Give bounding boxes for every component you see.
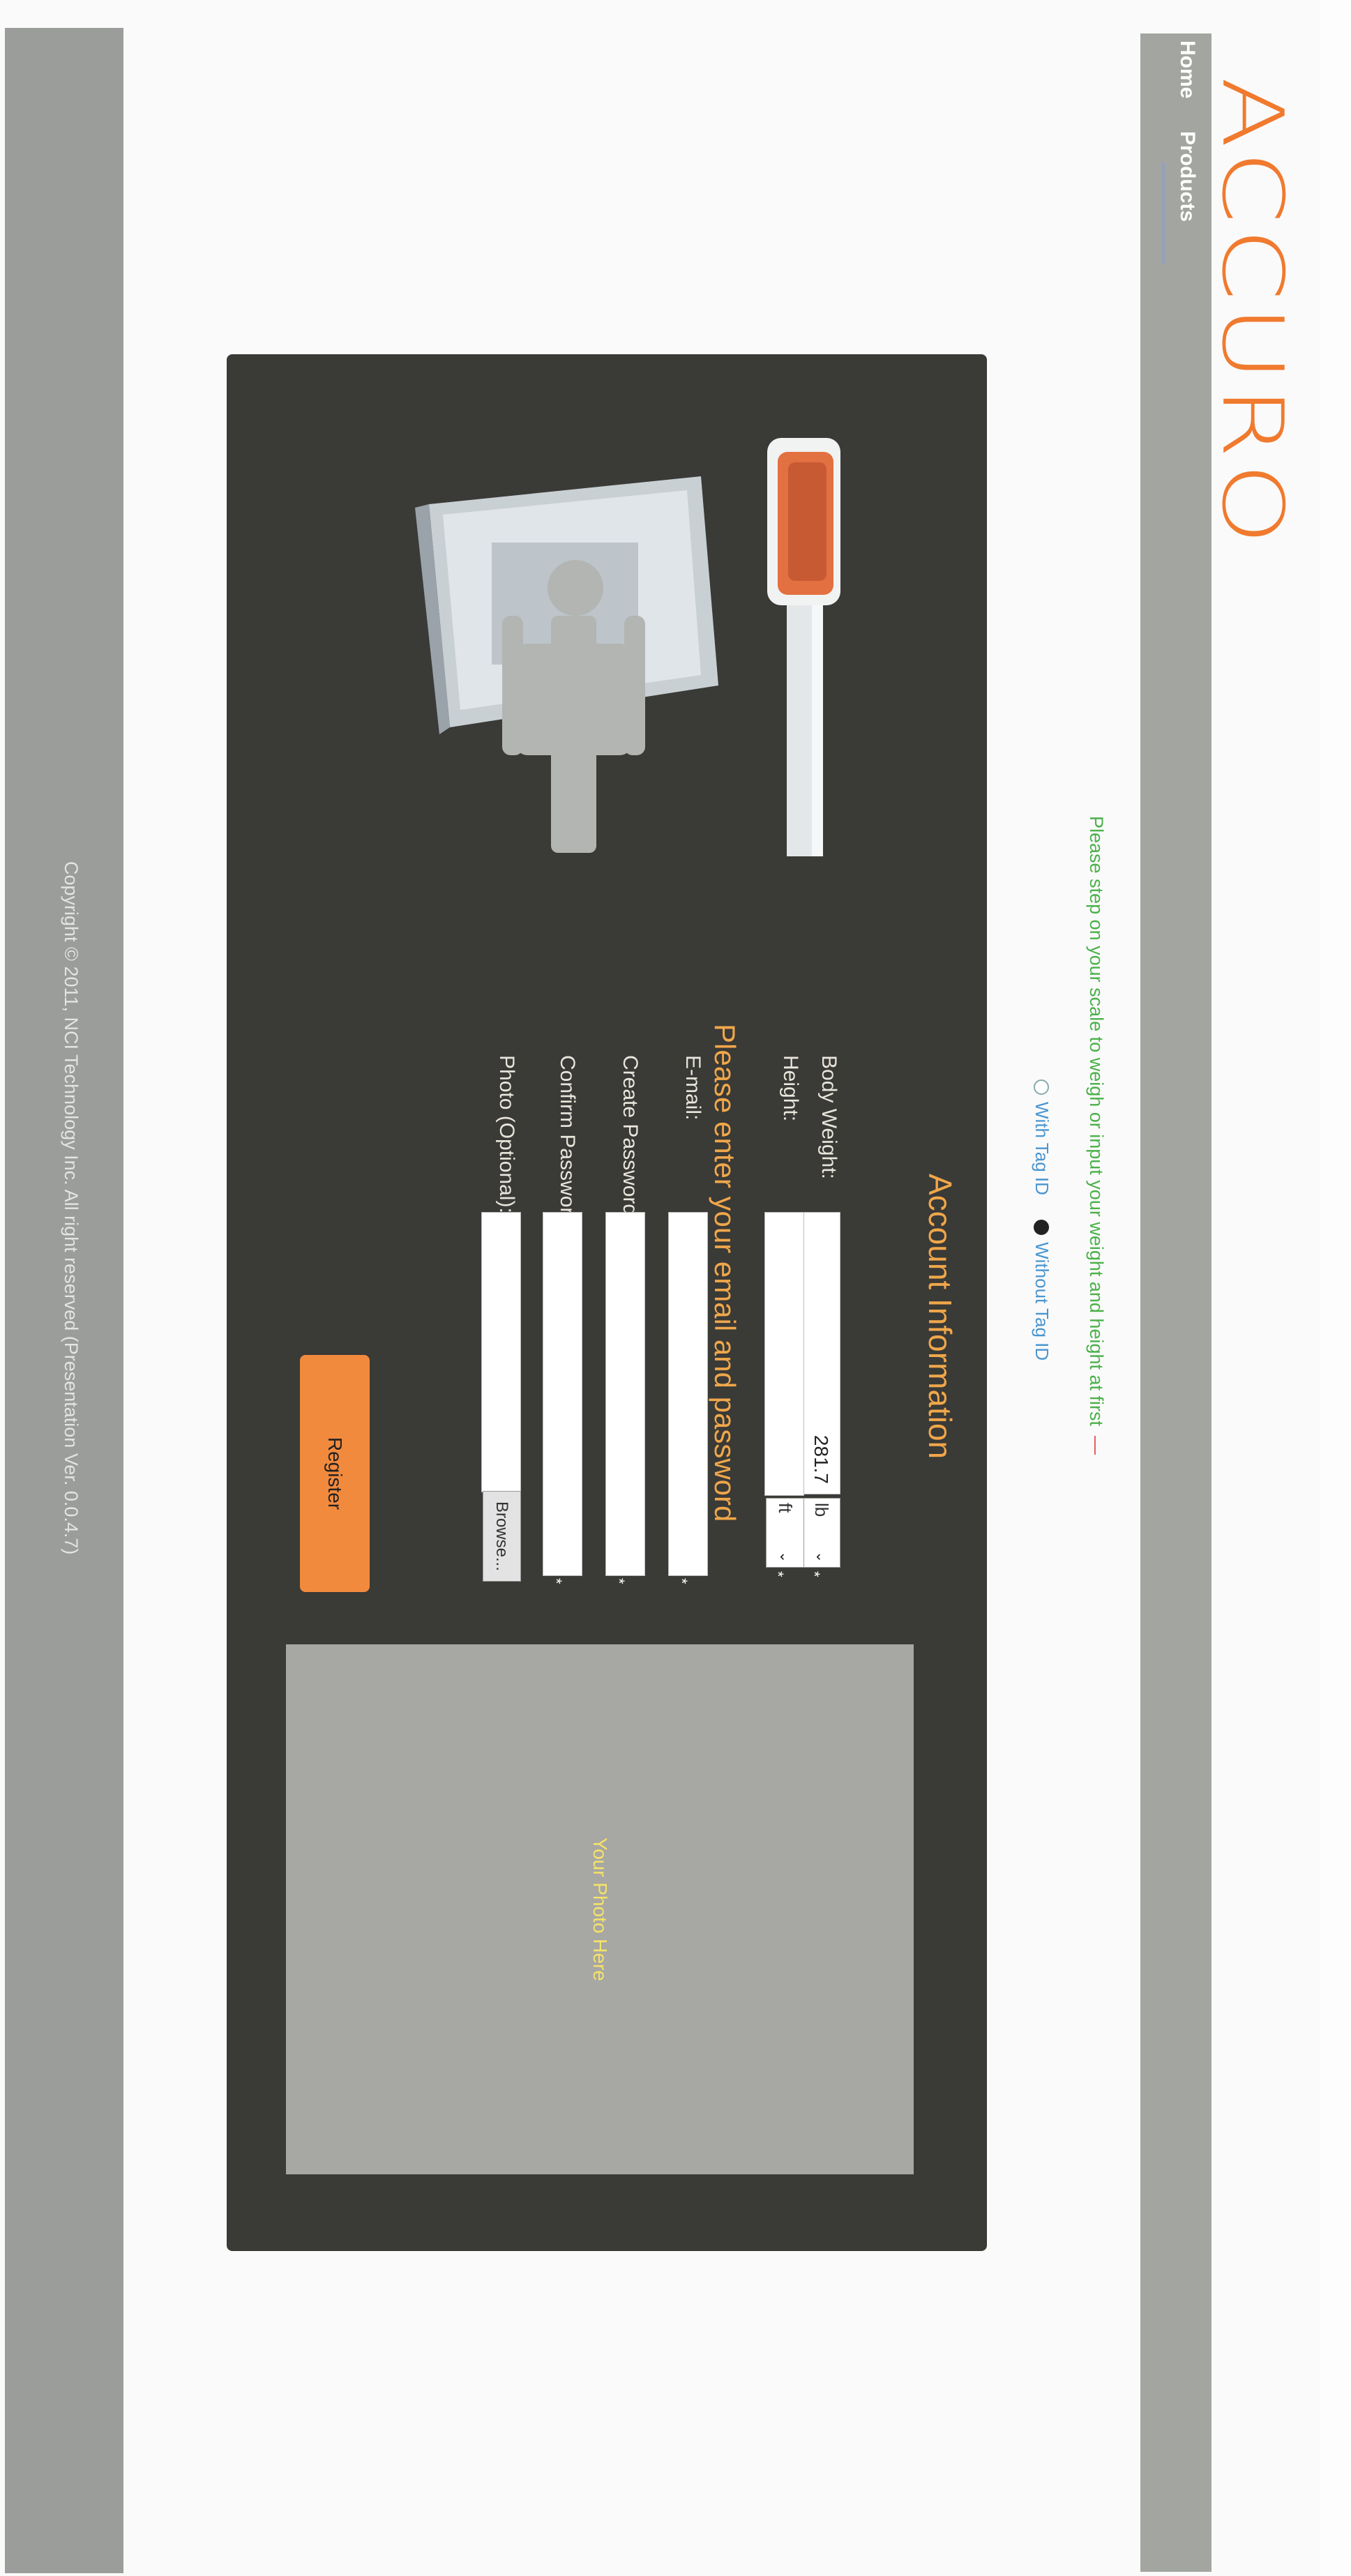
without-tag-label: Without Tag ID (1032, 1242, 1052, 1361)
body-weight-input[interactable]: 281.7 (802, 1212, 840, 1494)
nav-active-underline (1162, 162, 1165, 264)
photo-file-input[interactable] (481, 1212, 521, 1492)
scale-illustration (415, 438, 840, 856)
copyright-text: Copyright © 2011, NCI Technology Inc. Al… (61, 861, 82, 1555)
scale-display-icon (767, 438, 840, 605)
required-marker: * (548, 1578, 565, 1584)
required-marker: * (673, 1578, 690, 1584)
logo-text: ACCURO (1203, 77, 1301, 550)
required-marker: * (610, 1578, 628, 1584)
nav-products[interactable]: Products (1175, 131, 1199, 222)
without-tag-radio[interactable] (1034, 1220, 1050, 1236)
register-button[interactable]: Register (300, 1355, 370, 1592)
instruction-message: Please step on your scale to weigh or in… (1086, 816, 1107, 1427)
rotated-page: ACCURO Home Products Please step on your… (0, 0, 1351, 2576)
with-tag-radio[interactable] (1034, 1079, 1050, 1095)
instruction-text: Please step on your scale to weigh or in… (1085, 816, 1107, 1455)
weight-unit-value: lb (811, 1503, 832, 1517)
email-input[interactable] (668, 1212, 708, 1576)
browse-button[interactable]: Browse... (483, 1491, 521, 1582)
create-password-input[interactable] (605, 1212, 645, 1576)
weight-unit-select[interactable]: lb ⌄ (802, 1498, 840, 1568)
body-weight-label: Body Weight: (817, 1055, 840, 1179)
nav-home[interactable]: Home (1175, 40, 1199, 98)
email-section-title: Please enter your email and password (709, 1024, 741, 1522)
account-info-title: Account Information (922, 1174, 958, 1460)
height-input[interactable] (764, 1212, 804, 1496)
browse-button-label: Browse... (492, 1501, 512, 1572)
height-unit-value: ft (775, 1503, 796, 1513)
confirm-password-input[interactable] (543, 1212, 582, 1576)
body-weight-value: 281.7 (810, 1434, 833, 1484)
height-label: Height: (779, 1055, 802, 1122)
height-unit-select[interactable]: ft ⌄ (766, 1498, 804, 1568)
with-tag-label: With Tag ID (1032, 1102, 1052, 1195)
required-marker: * (806, 1571, 823, 1577)
confirm-password-label: Confirm Password: (556, 1055, 579, 1232)
scale-column-icon (787, 591, 823, 856)
required-marker: * (769, 1571, 787, 1577)
footer-bar: Copyright © 2011, NCI Technology Inc. Al… (5, 28, 123, 2573)
registration-panel: Account Information Body Weight: 281.7 l… (227, 354, 987, 2251)
chevron-down-icon: ⌄ (777, 1551, 792, 1563)
register-button-label: Register (324, 1437, 346, 1510)
top-navbar: Home Products (1140, 33, 1212, 2572)
create-password-label: Create Password: (619, 1055, 642, 1222)
with-tag-option[interactable]: With Tag ID (1031, 1079, 1052, 1195)
chevron-down-icon: ⌄ (813, 1551, 829, 1563)
without-tag-option[interactable]: Without Tag ID (1031, 1220, 1052, 1361)
photo-placeholder-text: Your Photo Here (589, 1838, 611, 1981)
screenshot-canvas: ACCURO Home Products Please step on your… (0, 0, 1351, 2576)
photo-label: Photo (Optional): (495, 1055, 518, 1213)
email-label: E-mail: (681, 1055, 704, 1121)
photo-placeholder: Your Photo Here (286, 1644, 914, 2174)
page-top-edge (1320, 0, 1351, 2576)
instruction-suffix: — (1086, 1436, 1107, 1455)
tag-option-group: With Tag ID Without Tag ID (1029, 1079, 1052, 1380)
